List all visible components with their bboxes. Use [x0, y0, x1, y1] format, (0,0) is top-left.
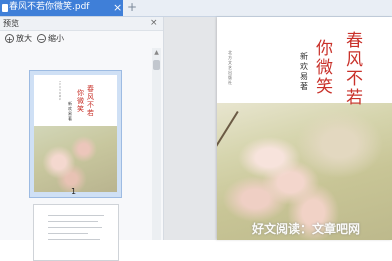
- tab-active-document[interactable]: 春风不若你微笑.pdf ×: [0, 0, 123, 16]
- cover-title-line2: 你微笑: [316, 39, 333, 97]
- zoom-out-icon: −: [37, 34, 46, 44]
- text-line: [48, 221, 98, 222]
- zoom-out-label: 缩小: [48, 34, 64, 43]
- sidebar-title: 预览: [3, 19, 19, 28]
- thumbnail-publisher: 北方文艺出版社: [59, 81, 62, 101]
- watermark-text: 好文阅读：文章吧网: [252, 222, 361, 236]
- zoom-in-icon: +: [5, 34, 14, 44]
- document-page: [217, 17, 392, 240]
- preview-sidebar: 预览 × + 放大 − 缩小 春风不若 你微笑 新欢 易著 北方文艺出版社 1 ▲: [0, 17, 164, 261]
- thumbnail-page: 春风不若 你微笑 新欢 易著 北方文艺出版社: [34, 75, 117, 192]
- new-tab-button[interactable]: +: [126, 0, 138, 16]
- thumbnail-title-line2: 你微笑: [77, 89, 84, 113]
- thumbnail-cover-image: [34, 126, 117, 192]
- thumbnail-title-line1: 春风不若: [87, 85, 94, 117]
- cover-flower-image: [217, 103, 392, 240]
- cover-title-line1: 春风不若: [346, 31, 363, 108]
- scroll-up-icon[interactable]: ▲: [152, 50, 161, 56]
- close-icon[interactable]: ×: [113, 1, 122, 14]
- page-thumbnail-2[interactable]: [33, 204, 119, 261]
- page-number-label: 1: [71, 187, 77, 196]
- zoom-in-label: 放大: [16, 34, 32, 43]
- zoom-in-button[interactable]: + 放大: [5, 33, 32, 45]
- page-thumbnail-selected[interactable]: 春风不若 你微笑 新欢 易著 北方文艺出版社: [29, 70, 122, 198]
- tab-title: 春风不若你微笑.pdf: [9, 2, 90, 12]
- thumbnail-author: 新欢 易著: [68, 101, 72, 121]
- text-line: [48, 227, 102, 228]
- sidebar-scrollbar[interactable]: ▲: [152, 48, 161, 240]
- cover-publisher: 北方文艺出版社: [228, 50, 232, 85]
- sidebar-header: 预览 ×: [0, 17, 163, 31]
- zoom-out-button[interactable]: − 缩小: [37, 33, 64, 45]
- pdf-icon: [2, 4, 8, 12]
- scroll-thumb[interactable]: [153, 60, 160, 70]
- cover-author: 新欢 易著: [300, 52, 308, 91]
- zoom-toolbar: + 放大 − 缩小: [0, 31, 163, 47]
- text-line: [48, 215, 104, 216]
- sidebar-close-icon[interactable]: ×: [150, 17, 158, 29]
- tab-bar: 春风不若你微笑.pdf × +: [0, 0, 392, 17]
- text-line: [48, 233, 88, 234]
